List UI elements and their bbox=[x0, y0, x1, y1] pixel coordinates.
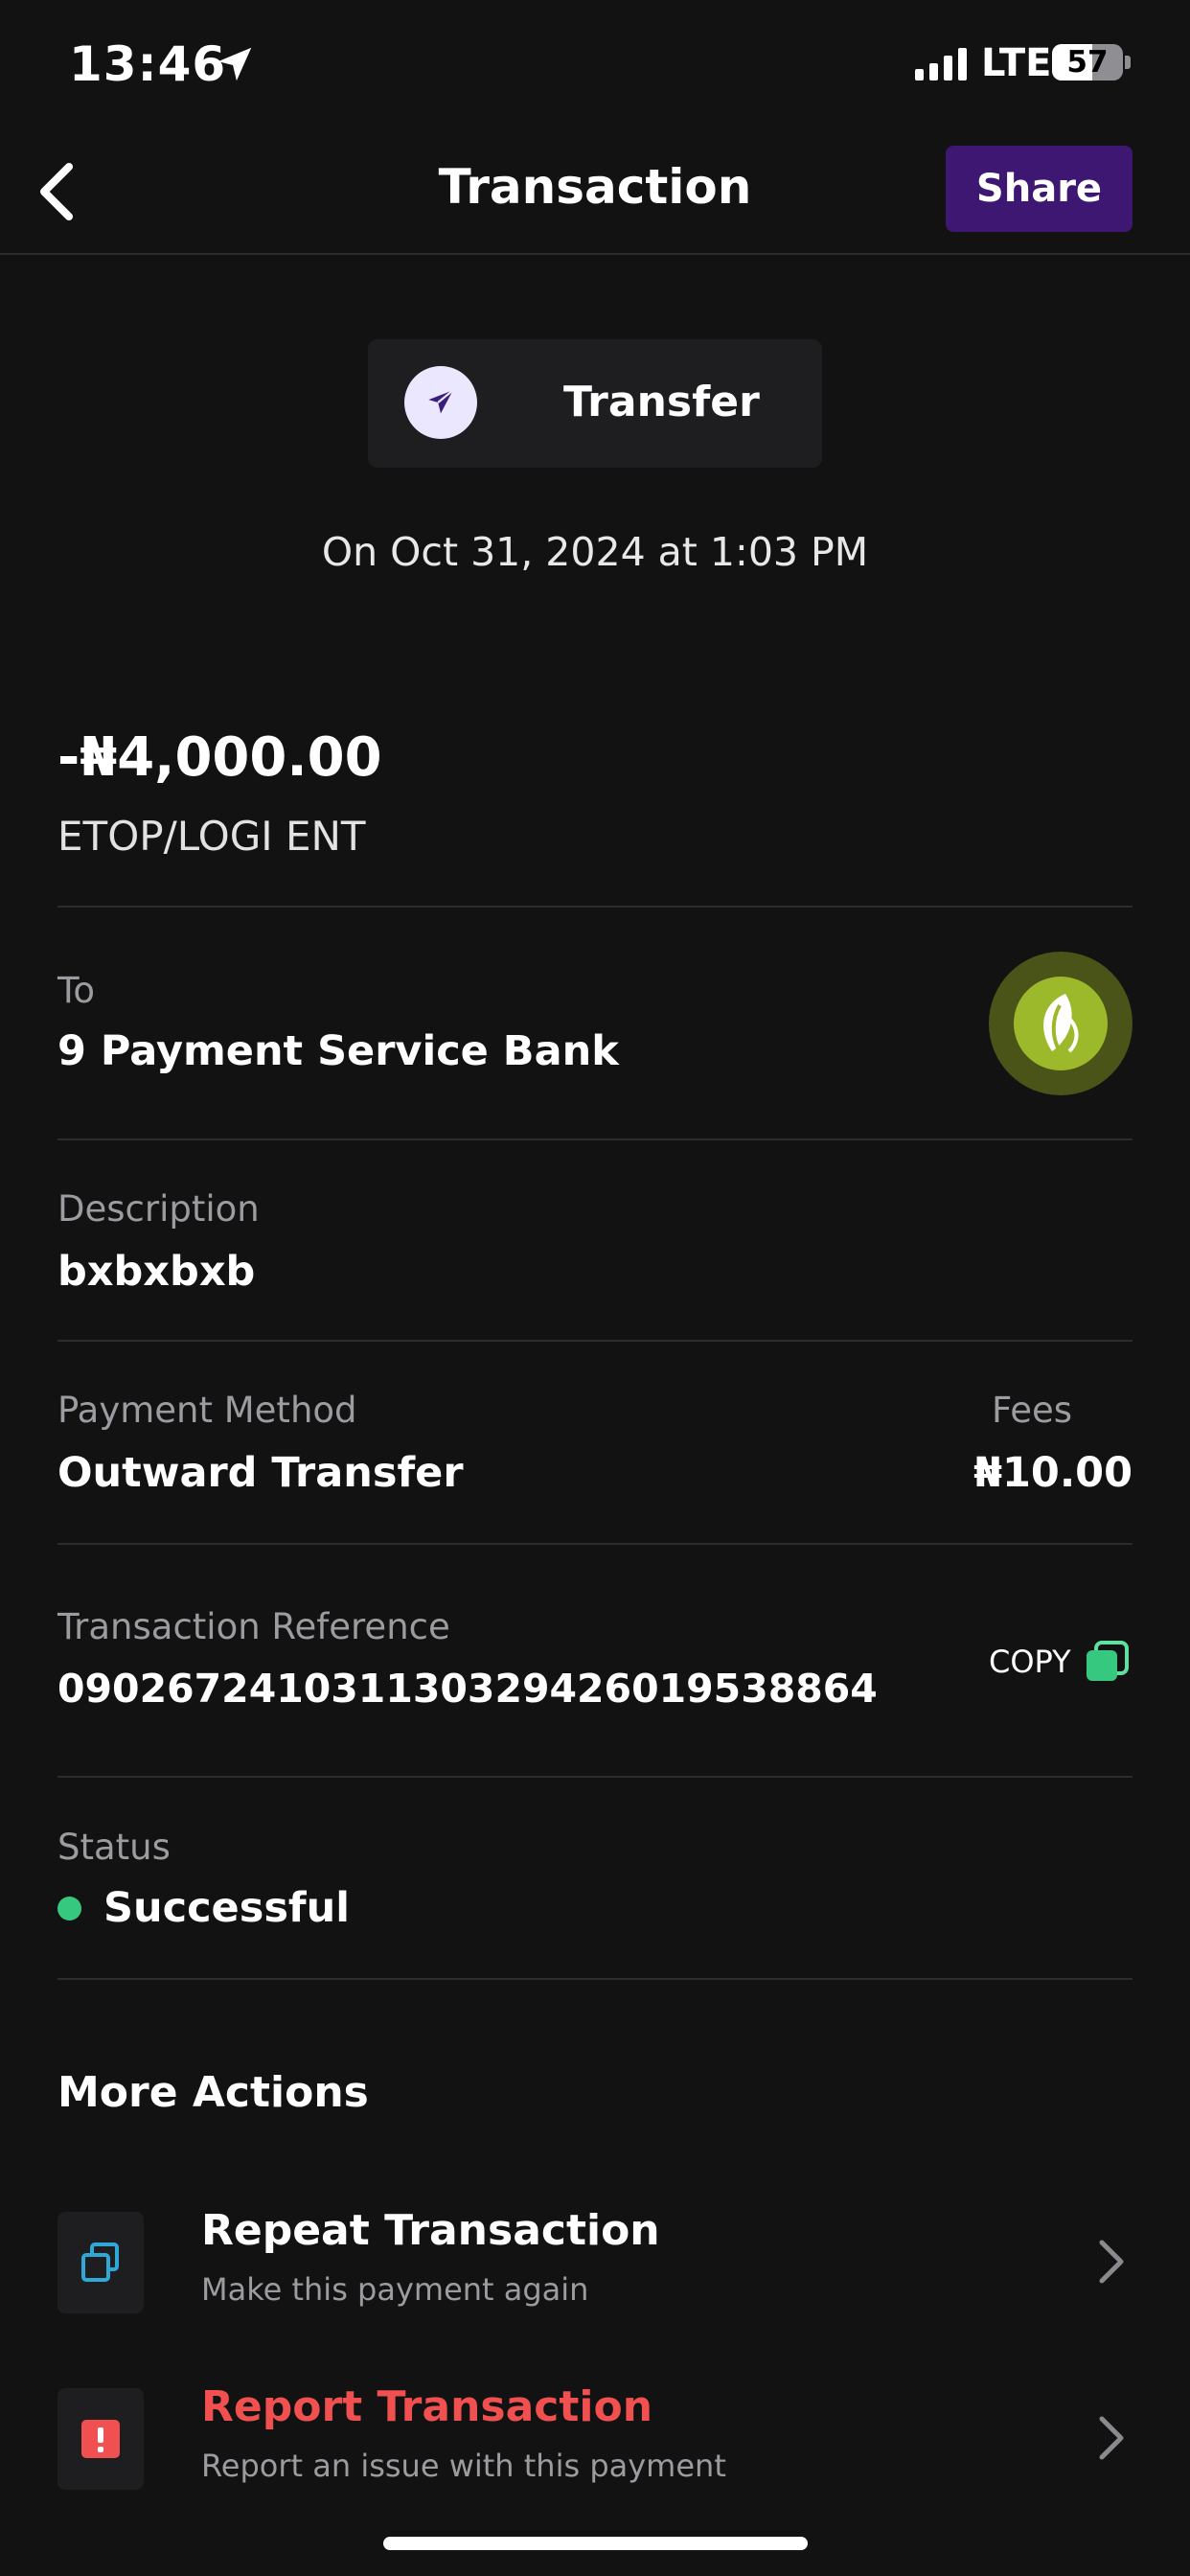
network-type: LTE bbox=[981, 41, 1052, 85]
home-indicator[interactable] bbox=[383, 2537, 808, 2550]
divider bbox=[57, 1978, 1133, 1980]
chevron-right-icon bbox=[1099, 2240, 1124, 2284]
fees-value: ₦10.00 bbox=[973, 1449, 1133, 1497]
description-value: bxbxbxb bbox=[57, 1248, 256, 1296]
copy-icon bbox=[1085, 1641, 1131, 1683]
fees-label: Fees bbox=[992, 1390, 1073, 1431]
reference-label: Transaction Reference bbox=[57, 1606, 450, 1647]
description-label: Description bbox=[57, 1188, 260, 1230]
report-transaction-subtitle: Report an issue with this payment bbox=[201, 2448, 726, 2484]
location-arrow-icon bbox=[217, 47, 252, 81]
leaf-logo-icon bbox=[1043, 994, 1079, 1053]
repeat-transaction-title: Repeat Transaction bbox=[201, 2206, 660, 2255]
to-value: 9 Payment Service Bank bbox=[57, 1027, 619, 1075]
status-dot bbox=[57, 1897, 81, 1920]
repeat-squares-icon bbox=[57, 2212, 144, 2313]
battery-level: 57 bbox=[1066, 45, 1109, 80]
signal-icon bbox=[915, 48, 967, 80]
to-label: To bbox=[57, 970, 95, 1011]
header-divider bbox=[0, 253, 1190, 255]
report-transaction-row[interactable]: Report Transaction Report an issue with … bbox=[57, 2367, 1133, 2511]
status-label: Status bbox=[57, 1827, 171, 1868]
payment-method-value: Outward Transfer bbox=[57, 1449, 464, 1497]
battery-icon: 57 bbox=[1052, 44, 1123, 80]
more-actions-title: More Actions bbox=[57, 2068, 369, 2117]
divider bbox=[57, 1543, 1133, 1545]
battery-tip bbox=[1125, 56, 1131, 69]
divider bbox=[57, 906, 1133, 908]
paper-plane-icon bbox=[404, 366, 477, 439]
merchant-name: ETOP/LOGI ENT bbox=[57, 813, 366, 860]
repeat-transaction-subtitle: Make this payment again bbox=[201, 2271, 589, 2308]
transaction-type: Transfer bbox=[563, 378, 760, 426]
reference-value: 090267241031130329426019538864 bbox=[57, 1666, 878, 1712]
divider bbox=[57, 1776, 1133, 1778]
status-value: Successful bbox=[103, 1884, 350, 1932]
copy-button[interactable]: COPY bbox=[989, 1641, 1131, 1683]
status-time: 13:46 bbox=[69, 36, 227, 92]
bank-logo bbox=[989, 952, 1133, 1095]
copy-label: COPY bbox=[989, 1644, 1071, 1680]
alert-square-icon bbox=[57, 2388, 144, 2490]
transaction-date: On Oct 31, 2024 at 1:03 PM bbox=[321, 529, 869, 575]
transaction-amount: -₦4,000.00 bbox=[57, 726, 382, 789]
report-transaction-title: Report Transaction bbox=[201, 2382, 653, 2431]
share-button[interactable]: Share bbox=[946, 146, 1133, 232]
divider bbox=[57, 1340, 1133, 1342]
divider bbox=[57, 1138, 1133, 1140]
payment-method-label: Payment Method bbox=[57, 1390, 357, 1431]
chevron-right-icon bbox=[1099, 2416, 1124, 2460]
repeat-transaction-row[interactable]: Repeat Transaction Make this payment aga… bbox=[57, 2191, 1133, 2334]
